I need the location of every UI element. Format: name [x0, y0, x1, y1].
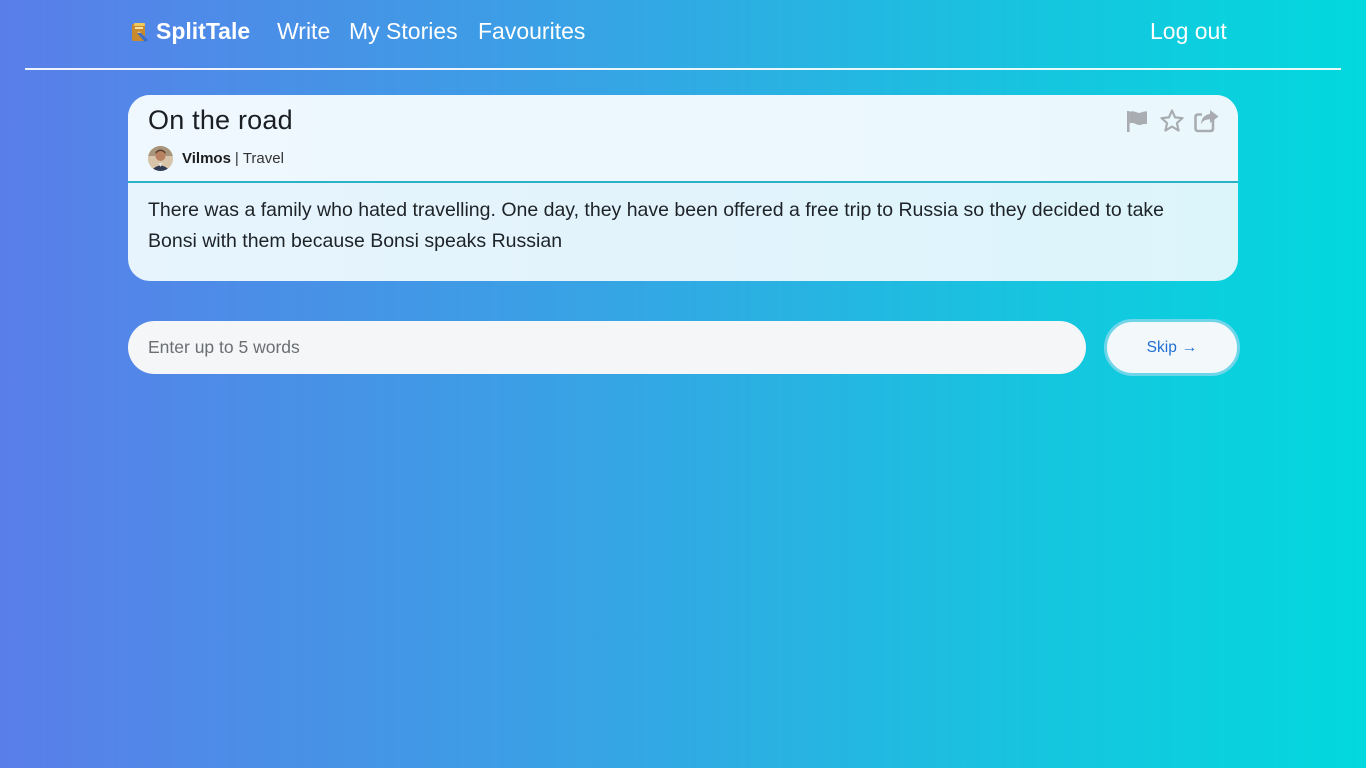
- book-logo-icon: [130, 21, 150, 43]
- author-avatar: [148, 146, 173, 171]
- skip-label: Skip: [1146, 338, 1177, 356]
- author-name[interactable]: Vilmos: [182, 150, 231, 167]
- story-card: On the road Vilmos | Travel There was a …: [128, 95, 1238, 281]
- story-meta: Vilmos | Travel: [148, 146, 284, 171]
- share-icon[interactable]: [1193, 107, 1220, 134]
- story-card-header: On the road Vilmos | Travel: [128, 95, 1238, 183]
- nav-favourites-link[interactable]: Favourites: [478, 18, 585, 45]
- story-actions: [1123, 107, 1220, 134]
- story-title: On the road: [148, 105, 293, 135]
- flag-icon[interactable]: [1123, 107, 1150, 134]
- arrow-right-icon: →: [1181, 338, 1198, 356]
- star-icon[interactable]: [1158, 107, 1185, 134]
- brand-link[interactable]: SplitTale: [130, 18, 250, 45]
- skip-button[interactable]: Skip →: [1104, 319, 1240, 376]
- story-text: There was a family who hated travelling.…: [148, 199, 1165, 252]
- story-category: Travel: [242, 150, 284, 167]
- nav-my-stories-link[interactable]: My Stories: [349, 18, 458, 45]
- meta-separator: |: [234, 150, 239, 167]
- nav-write-link[interactable]: Write: [277, 18, 330, 45]
- words-input[interactable]: [128, 321, 1086, 374]
- logout-link[interactable]: Log out: [1150, 18, 1227, 45]
- top-navbar: SplitTale Write My Stories Favourites Lo…: [25, 0, 1341, 70]
- brand-name: SplitTale: [156, 18, 251, 44]
